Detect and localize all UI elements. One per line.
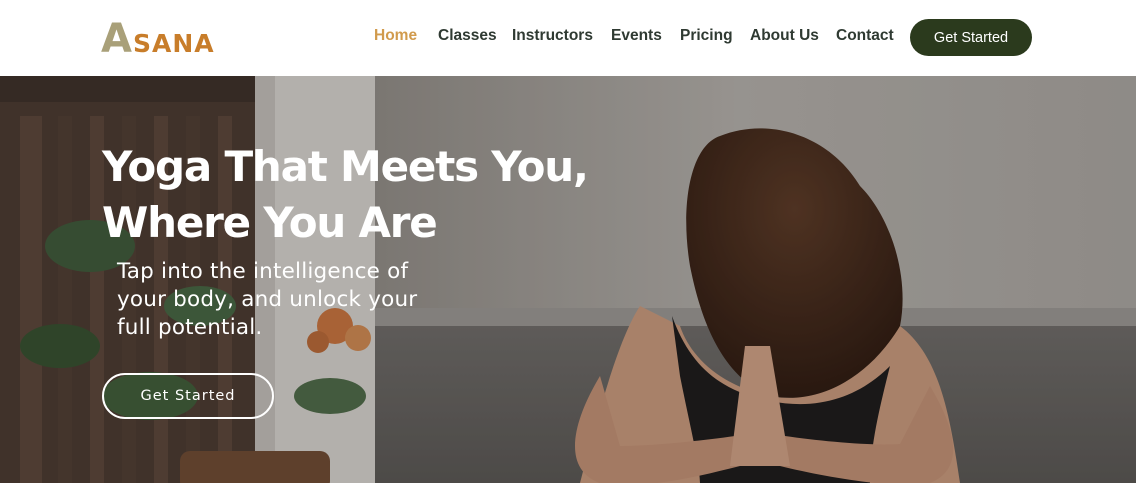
nav-contact[interactable]: Contact bbox=[836, 27, 894, 45]
hero-section: Yoga That Meets You, Where You Are Tap i… bbox=[0, 76, 1136, 483]
hero-headline-line-1: Yoga That Meets You, bbox=[102, 142, 589, 191]
hero-get-started-button[interactable]: Get Started bbox=[102, 373, 274, 419]
hero-subtitle: Tap into the intelligence of your body, … bbox=[117, 258, 477, 342]
hero-subtitle-line-1: Tap into the intelligence of bbox=[117, 259, 409, 284]
hero-headline-line-2: Where You Are bbox=[102, 198, 438, 247]
nav-home[interactable]: Home bbox=[374, 27, 417, 45]
hero-subtitle-line-3: full potential. bbox=[117, 315, 263, 340]
nav-events[interactable]: Events bbox=[611, 27, 662, 45]
nav-classes[interactable]: Classes bbox=[438, 27, 497, 45]
main-nav: Home Classes Instructors Events Pricing … bbox=[0, 0, 1136, 76]
hero-headline: Yoga That Meets You, Where You Are bbox=[102, 139, 622, 251]
site-header: A SANA Home Classes Instructors Events P… bbox=[0, 0, 1136, 76]
nav-instructors[interactable]: Instructors bbox=[512, 27, 593, 45]
hero-subtitle-line-2: your body, and unlock your bbox=[117, 287, 418, 312]
nav-pricing[interactable]: Pricing bbox=[680, 27, 733, 45]
header-get-started-button[interactable]: Get Started bbox=[910, 19, 1032, 56]
nav-about-us[interactable]: About Us bbox=[750, 27, 819, 45]
